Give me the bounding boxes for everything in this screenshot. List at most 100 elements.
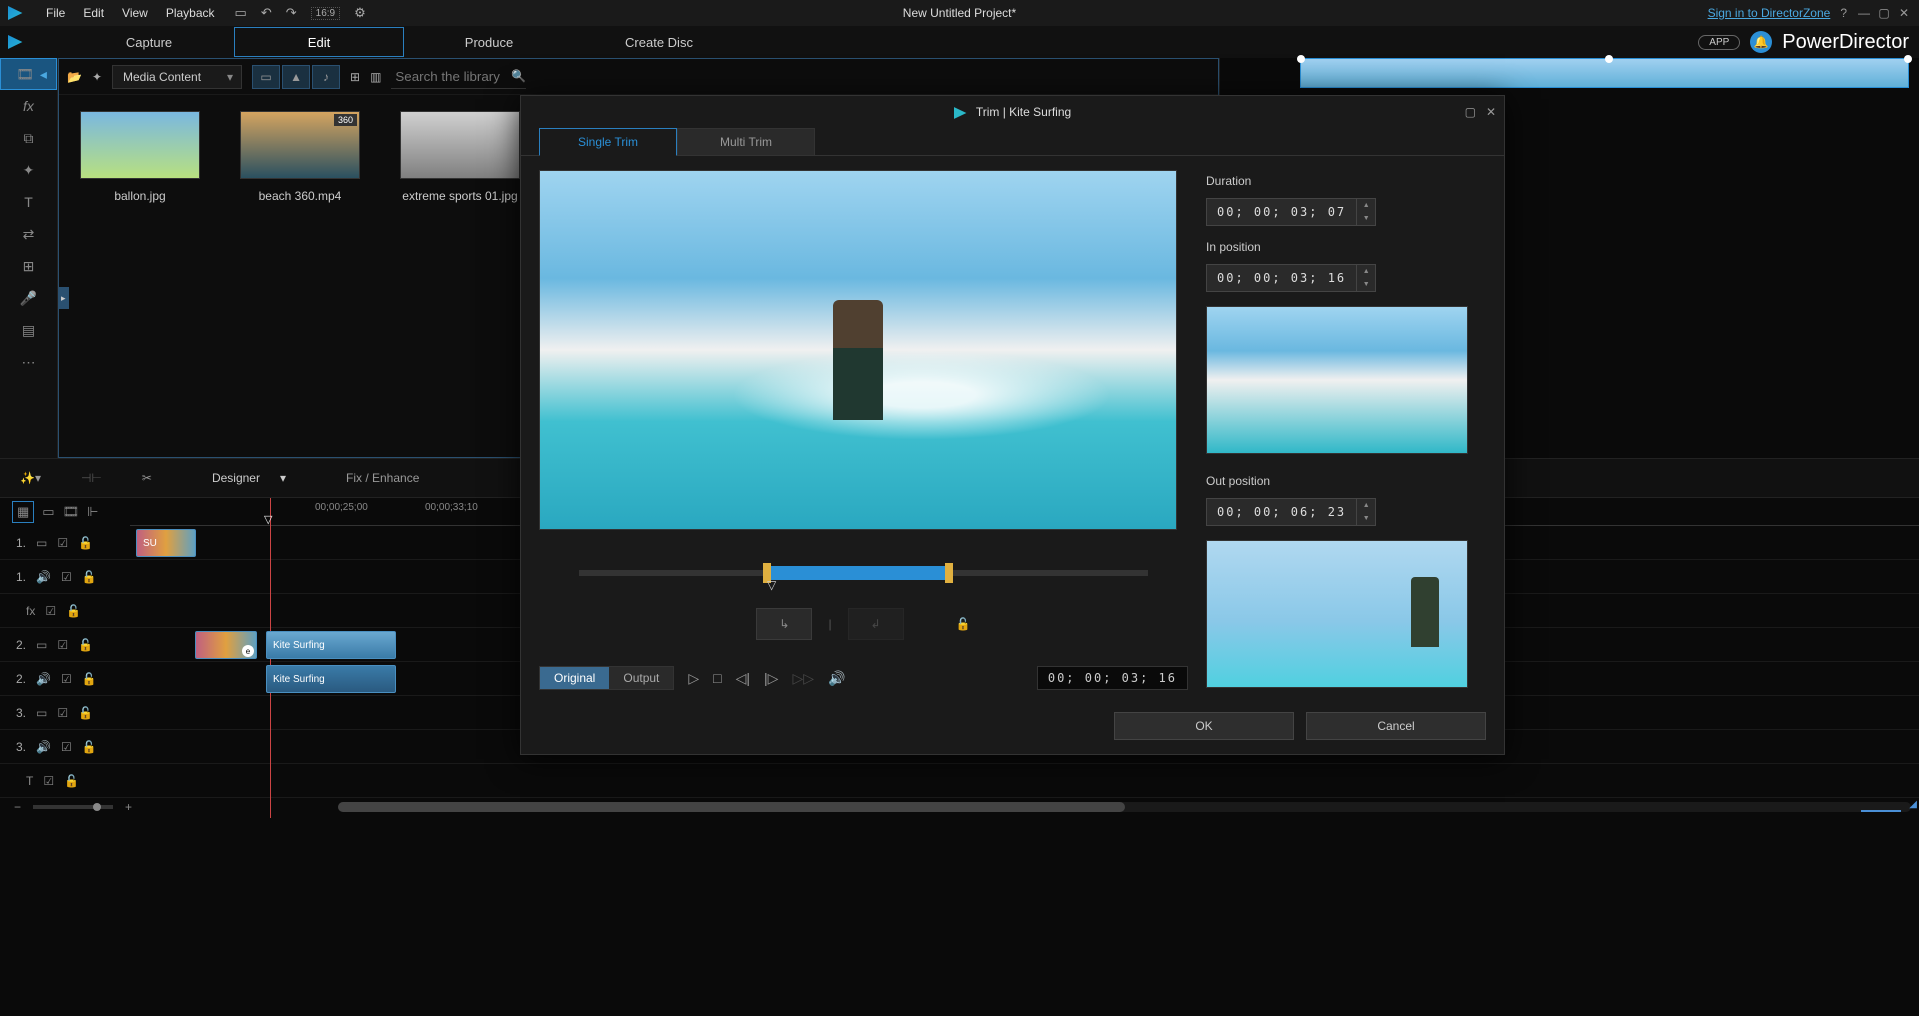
timeline-marker-icon[interactable]: ⊩ [87,504,98,520]
track-lock-icon[interactable]: 🔓 [82,672,97,686]
track-visible-icon[interactable]: ☑ [57,638,68,652]
tool-particle-icon[interactable]: ✦ [0,154,57,186]
track-visible-icon[interactable]: ☑ [57,706,68,720]
library-item[interactable]: ballon.jpg [75,111,205,203]
track-visible-icon[interactable]: ☑ [43,774,54,788]
menu-edit[interactable]: Edit [83,6,104,20]
track-lock-icon[interactable]: 🔓 [78,706,93,720]
track-lane[interactable] [130,764,1919,797]
in-down-icon[interactable]: ▼ [1357,278,1375,291]
tool-audio-mix-icon[interactable]: ⊞ [0,250,57,282]
zoom-out-icon[interactable]: − [8,800,27,814]
filter-all-icon[interactable]: ▭ [252,65,280,89]
maximize-icon[interactable]: ▢ [1877,6,1891,20]
tab-multi-trim[interactable]: Multi Trim [677,128,815,156]
out-up-icon[interactable]: ▲ [1357,499,1375,512]
track-visible-icon[interactable]: ☑ [45,604,56,618]
track-lock-icon[interactable]: 🔓 [82,570,97,584]
toggle-output[interactable]: Output [609,667,673,689]
tool-pip-icon[interactable]: ⧉ [0,122,57,154]
zoom-in-icon[interactable]: + [119,800,138,814]
menu-playback[interactable]: Playback [166,6,215,20]
track-visible-icon[interactable]: ☑ [61,672,72,686]
zoom-slider[interactable] [33,805,113,809]
timeline-clip[interactable]: Kite Surfing [266,631,396,659]
tool-media-room-icon[interactable]: 🎞 [0,58,57,90]
ok-button[interactable]: OK [1114,712,1294,740]
track-lock-icon[interactable]: 🔓 [78,536,93,550]
track-lock-icon[interactable]: 🔓 [78,638,93,652]
signin-link[interactable]: Sign in to DirectorZone [1708,6,1831,20]
track-visible-icon[interactable]: ☑ [57,536,68,550]
designer-dropdown[interactable]: Designer▾ [192,467,306,489]
track-lock-icon[interactable]: 🔓 [66,604,81,618]
notifications-icon[interactable]: 🔔 [1750,31,1772,53]
mark-out-icon[interactable]: ↲ [848,608,904,640]
magic-tools-icon[interactable]: ✨▾ [20,471,41,485]
timeline-storyboard-icon[interactable]: ▭ [42,504,54,520]
trim-range-slider[interactable] [539,560,1188,590]
volume-icon[interactable]: 🔊 [828,670,845,687]
mode-capture[interactable]: Capture [64,27,234,57]
tool-subtitle-icon[interactable]: ⋯ [0,346,57,378]
duration-up-icon[interactable]: ▲ [1357,199,1375,212]
dialog-maximize-icon[interactable]: ▢ [1465,105,1476,119]
trim-out-handle[interactable] [945,563,953,583]
timeline-clip[interactable]: e [195,631,257,659]
mode-edit[interactable]: Edit [234,27,404,57]
cut-icon[interactable]: ✂ [142,471,152,485]
filter-audio-icon[interactable]: ♪ [312,65,340,89]
track-lock-icon[interactable]: 🔓 [82,740,97,754]
library-item[interactable]: extreme sports 01.jpg [395,111,525,203]
help-icon[interactable]: ? [1840,6,1847,20]
cancel-button[interactable]: Cancel [1306,712,1486,740]
save-icon[interactable]: ▭ [235,5,247,21]
library-menu-icon[interactable]: ▥ [370,70,381,84]
playhead-marker-icon[interactable]: ▽ [264,513,272,526]
timeline-scrollbar[interactable] [338,802,1911,812]
duration-down-icon[interactable]: ▼ [1357,212,1375,225]
filter-image-icon[interactable]: ▲ [282,65,310,89]
out-position-field[interactable]: 00; 00; 06; 23 [1206,498,1357,526]
grid-view-icon[interactable]: ⊞ [350,70,360,84]
split-icon[interactable]: ⊣⊢ [81,471,102,485]
undo-icon[interactable]: ↶ [261,5,272,21]
preview-clip-strip[interactable] [1300,58,1909,88]
dialog-close-icon[interactable]: ✕ [1486,105,1496,119]
mode-produce[interactable]: Produce [404,27,574,57]
timeline-clip[interactable]: Kite Surfing [266,665,396,693]
preview-mode-toggle[interactable]: Original Output [539,666,674,690]
stop-icon[interactable]: □ [713,670,721,686]
tool-chapter-icon[interactable]: ▤ [0,314,57,346]
track-visible-icon[interactable]: ☑ [61,740,72,754]
play-icon[interactable]: ▷ [688,670,699,687]
tool-title-icon[interactable]: T [0,186,57,218]
menu-view[interactable]: View [122,6,148,20]
menu-file[interactable]: File [46,6,65,20]
in-up-icon[interactable]: ▲ [1357,265,1375,278]
settings-icon[interactable]: ⚙ [354,5,366,21]
close-icon[interactable]: ✕ [1897,6,1911,20]
mark-in-icon[interactable]: ↳ [756,608,812,640]
toggle-original[interactable]: Original [540,667,609,689]
app-badge[interactable]: APP [1698,35,1740,50]
search-icon[interactable]: 🔍 [511,69,526,83]
next-frame-icon[interactable]: |▷ [764,670,778,687]
in-position-field[interactable]: 00; 00; 03; 16 [1206,264,1357,292]
timeline-view-icon[interactable]: ▦ [12,501,34,523]
tool-transition-icon[interactable]: ⇄ [0,218,57,250]
redo-icon[interactable]: ↷ [286,5,297,21]
search-input[interactable] [391,65,511,88]
minimize-icon[interactable]: — [1857,6,1871,20]
expand-sidebar-icon[interactable]: ▸ [58,290,69,304]
library-item[interactable]: 360beach 360.mp4 [235,111,365,203]
out-down-icon[interactable]: ▼ [1357,512,1375,525]
tool-fx-icon[interactable]: fx [0,90,57,122]
prev-frame-icon[interactable]: ◁| [736,670,750,687]
media-filter-dropdown[interactable]: Media Content [112,65,242,89]
lock-icon[interactable]: 🔓 [956,617,971,631]
trim-playhead-icon[interactable] [767,578,776,592]
mode-create-disc[interactable]: Create Disc [574,27,744,57]
tab-single-trim[interactable]: Single Trim [539,128,677,156]
track-lock-icon[interactable]: 🔓 [64,774,79,788]
